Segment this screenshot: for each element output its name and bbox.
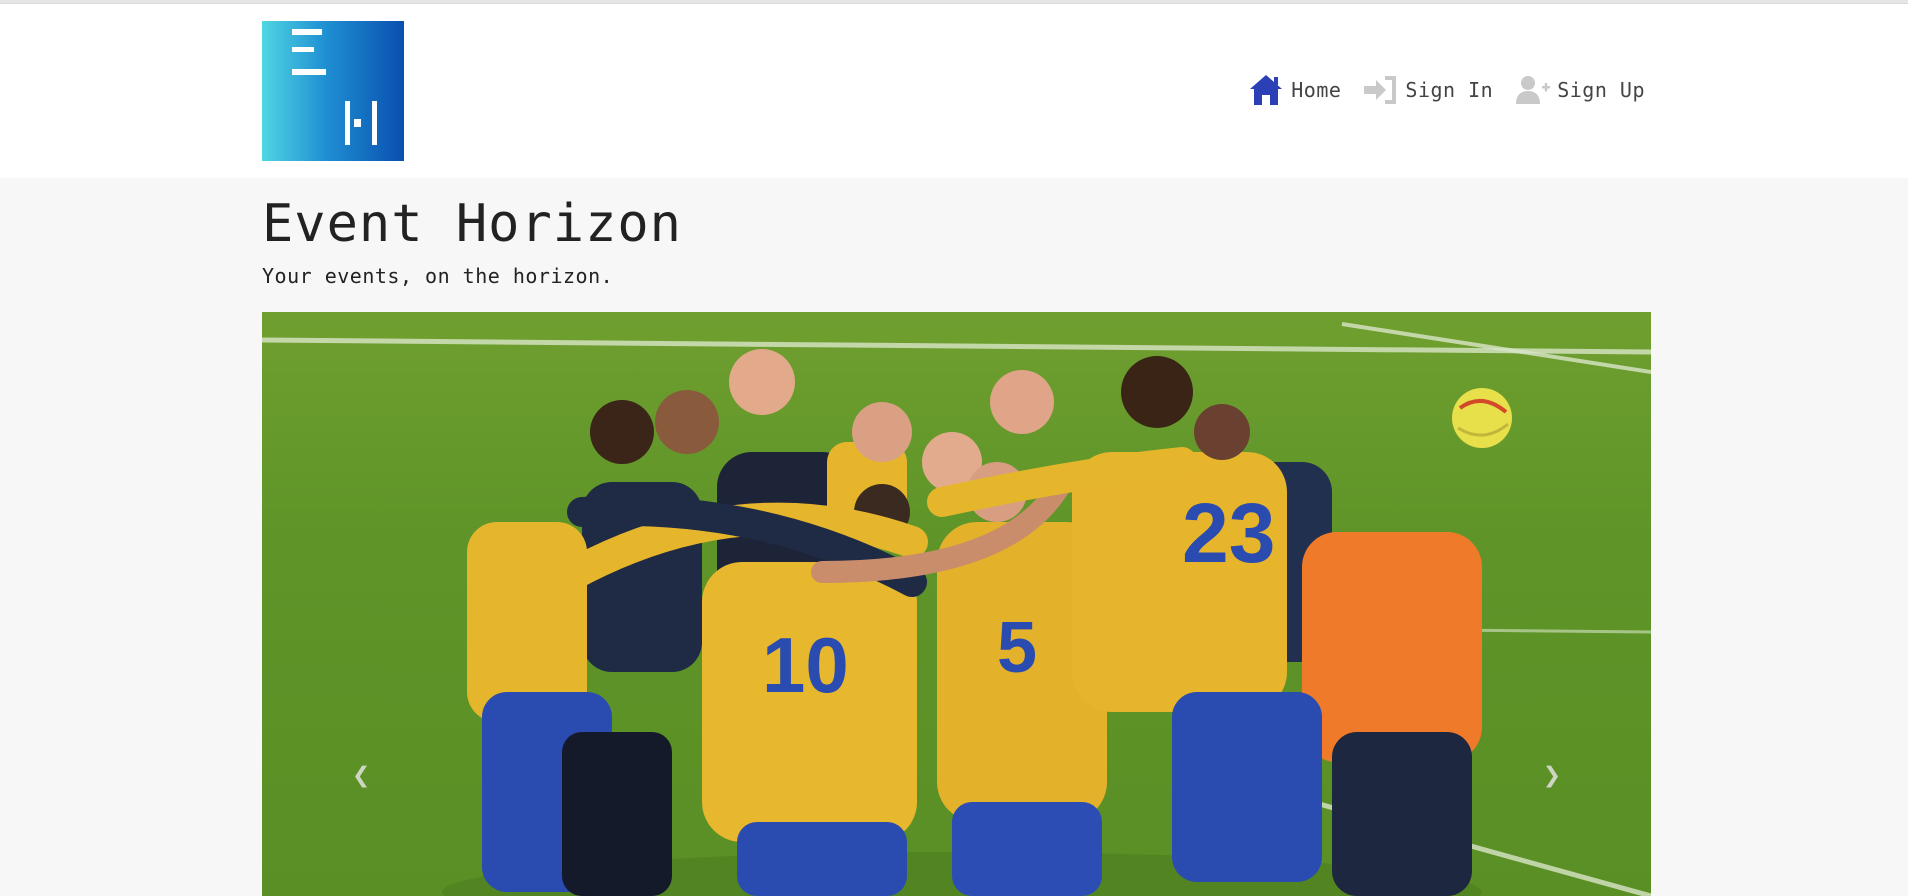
svg-text:5: 5: [997, 608, 1037, 688]
carousel-slide-image: 10 5 23: [262, 322, 1651, 896]
nav-home[interactable]: Home: [1247, 72, 1341, 108]
page-subtitle: Your events, on the horizon.: [262, 264, 614, 288]
user-plus-icon: [1513, 72, 1551, 108]
logo-mark: [354, 119, 361, 127]
main-nav: Home Sign In Sign Up: [1247, 72, 1645, 108]
chevron-left-icon[interactable]: ❮: [352, 758, 370, 793]
navbar: Home Sign In Sign Up: [0, 4, 1908, 178]
logo-mark: [292, 29, 322, 35]
nav-sign-up[interactable]: Sign Up: [1513, 72, 1645, 108]
event-carousel[interactable]: 10 5 23 ❮ ❯: [262, 312, 1651, 896]
chevron-right-icon[interactable]: ❯: [1543, 758, 1561, 793]
logo-mark: [292, 69, 326, 75]
sign-in-icon: [1361, 72, 1399, 108]
logo-mark: [372, 101, 377, 145]
svg-text:23: 23: [1182, 486, 1275, 580]
logo-mark: [292, 47, 314, 52]
nav-home-label: Home: [1291, 78, 1342, 102]
event-horizon-logo[interactable]: [262, 21, 404, 161]
logo-mark: [345, 101, 350, 145]
svg-text:10: 10: [762, 621, 849, 709]
home-icon: [1247, 72, 1285, 108]
page-title: Event Horizon: [262, 194, 682, 254]
nav-sign-up-label: Sign Up: [1557, 78, 1645, 102]
nav-sign-in-label: Sign In: [1405, 78, 1494, 102]
nav-sign-in[interactable]: Sign In: [1361, 72, 1493, 108]
